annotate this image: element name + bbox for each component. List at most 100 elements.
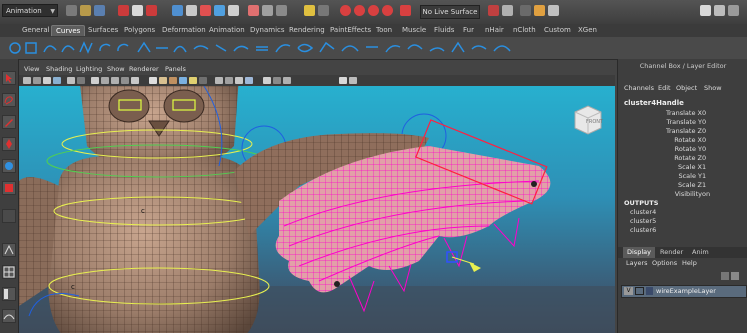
attr-translate-x-value[interactable]: 0 (702, 109, 706, 117)
channel-box-menu-edit[interactable]: Edit (658, 84, 671, 92)
depth-of-field-icon[interactable] (245, 77, 253, 84)
output-node-cluster4[interactable]: cluster4 (630, 208, 656, 216)
channel-box-menu-show[interactable]: Show (704, 84, 722, 92)
layout-single-pane-icon[interactable] (2, 243, 16, 257)
layout-graph-editor-icon[interactable] (2, 309, 16, 323)
wireframe-icon[interactable] (149, 77, 157, 84)
select-by-curve-icon[interactable] (200, 5, 211, 16)
grid-icon[interactable] (91, 77, 99, 84)
attr-scale-x-value[interactable]: 1 (702, 163, 706, 171)
paint-select-tool-icon[interactable] (2, 115, 16, 129)
shelf-tab-fur[interactable]: Fur (459, 25, 478, 36)
layer-menu-help[interactable]: Help (682, 259, 697, 267)
attr-rotate-x-value[interactable]: 0 (702, 136, 706, 144)
render-current-frame-icon[interactable] (520, 5, 531, 16)
attr-translate-z-value[interactable]: 0 (702, 127, 706, 135)
output-ops-icon[interactable] (502, 5, 513, 16)
viewport-menu-shading[interactable]: Shading (46, 65, 72, 73)
attr-scale-y-value[interactable]: 1 (702, 172, 706, 180)
x-ray-icon[interactable] (273, 77, 281, 84)
select-by-rendering-icon[interactable] (262, 5, 273, 16)
move-tool-icon[interactable] (2, 137, 16, 151)
grease-pencil-icon[interactable] (77, 77, 85, 84)
layer-tab-display[interactable]: Display (623, 247, 655, 258)
rotate-tool-icon[interactable] (2, 159, 16, 173)
snap-to-grid-icon[interactable] (340, 5, 351, 16)
select-tool-icon[interactable] (2, 71, 16, 85)
lock-selection-icon[interactable] (304, 5, 315, 16)
highlight-selection-icon[interactable] (318, 5, 329, 16)
input-ops-icon[interactable] (488, 5, 499, 16)
select-hierarchy-icon[interactable] (118, 5, 129, 16)
lasso-tool-icon[interactable] (2, 93, 16, 107)
output-node-cluster6[interactable]: cluster6 (630, 226, 656, 234)
select-component-icon[interactable] (146, 5, 157, 16)
textured-icon[interactable] (179, 77, 187, 84)
shelf-tab-general[interactable]: General (18, 25, 54, 36)
shelf-tab-surfaces[interactable]: Surfaces (84, 25, 122, 36)
select-camera-icon[interactable] (23, 77, 31, 84)
layout-four-pane-icon[interactable] (2, 265, 16, 279)
attr-visibility-value[interactable]: on (702, 190, 710, 198)
attribute-editor-icon[interactable] (700, 5, 711, 16)
viewport-menu-view[interactable]: View (24, 65, 39, 73)
shelf-tab-animation[interactable]: Animation (205, 25, 249, 36)
new-layer-icon[interactable] (731, 272, 739, 280)
bookmarks-icon[interactable] (43, 77, 51, 84)
shelf-tab-ncloth[interactable]: nCloth (509, 25, 540, 36)
shelf-tab-toon[interactable]: Toon (372, 25, 396, 36)
gate-mask-icon[interactable] (121, 77, 129, 84)
tool-settings-icon[interactable] (714, 5, 725, 16)
shelf-tab-nhair[interactable]: nHair (481, 25, 508, 36)
attr-translate-y-value[interactable]: 0 (702, 118, 706, 126)
select-misc-icon[interactable] (276, 5, 287, 16)
select-object-icon[interactable] (132, 5, 143, 16)
live-surface-field[interactable]: No Live Surface (420, 5, 480, 19)
x-ray-joints-icon[interactable] (283, 77, 291, 84)
wireframe-on-shaded-icon[interactable] (169, 77, 177, 84)
make-live-icon[interactable] (400, 5, 411, 16)
viewport-menu-lighting[interactable]: Lighting (76, 65, 102, 73)
gamma-icon[interactable] (339, 77, 347, 84)
view-cube[interactable]: FRONT (571, 104, 605, 136)
layer-menu-layers[interactable]: Layers (626, 259, 648, 267)
layer-menu-options[interactable]: Options (652, 259, 677, 267)
open-scene-icon[interactable] (80, 5, 91, 16)
resolution-gate-icon[interactable] (111, 77, 119, 84)
attr-rotate-y-value[interactable]: 0 (702, 145, 706, 153)
isolate-select-icon[interactable] (263, 77, 271, 84)
shelf-tab-rendering[interactable]: Rendering (285, 25, 329, 36)
selected-node-name[interactable]: cluster4Handle (624, 99, 684, 107)
shelf-tab-xgen[interactable]: XGen (574, 25, 601, 36)
select-by-surface-icon[interactable] (214, 5, 225, 16)
layer-color-swatch[interactable] (646, 287, 653, 295)
shelf-tab-curves[interactable]: Curves (51, 25, 86, 36)
select-by-deformation-icon[interactable] (228, 5, 239, 16)
save-scene-icon[interactable] (94, 5, 105, 16)
snap-to-curve-icon[interactable] (354, 5, 365, 16)
snap-to-point-icon[interactable] (368, 5, 379, 16)
select-by-handle-icon[interactable] (172, 5, 183, 16)
anti-aliasing-icon[interactable] (235, 77, 243, 84)
shelf-tab-fluids[interactable]: Fluids (430, 25, 458, 36)
shadows-icon[interactable] (199, 77, 207, 84)
attr-scale-z-value[interactable]: 1 (702, 181, 706, 189)
motion-blur-icon[interactable] (225, 77, 233, 84)
render-settings-icon[interactable] (548, 5, 559, 16)
menu-set-selector[interactable]: Animation ▼ (2, 4, 58, 17)
output-node-cluster5[interactable]: cluster5 (630, 217, 656, 225)
attr-rotate-z-value[interactable]: 0 (702, 154, 706, 162)
new-layer-from-selection-icon[interactable] (721, 272, 729, 280)
shelf-tab-polygons[interactable]: Polygons (120, 25, 159, 36)
use-all-lights-icon[interactable] (189, 77, 197, 84)
field-chart-icon[interactable] (131, 77, 139, 84)
shelf-tab-muscle[interactable]: Muscle (398, 25, 430, 36)
shelf-tab-custom[interactable]: Custom (540, 25, 575, 36)
camera-attributes-icon[interactable] (33, 77, 41, 84)
new-scene-icon[interactable] (66, 5, 77, 16)
select-by-joint-icon[interactable] (186, 5, 197, 16)
channel-box-icon[interactable] (728, 5, 739, 16)
layer-visibility-toggle[interactable]: V (624, 287, 633, 295)
film-gate-icon[interactable] (101, 77, 109, 84)
select-by-dynamics-icon[interactable] (248, 5, 259, 16)
